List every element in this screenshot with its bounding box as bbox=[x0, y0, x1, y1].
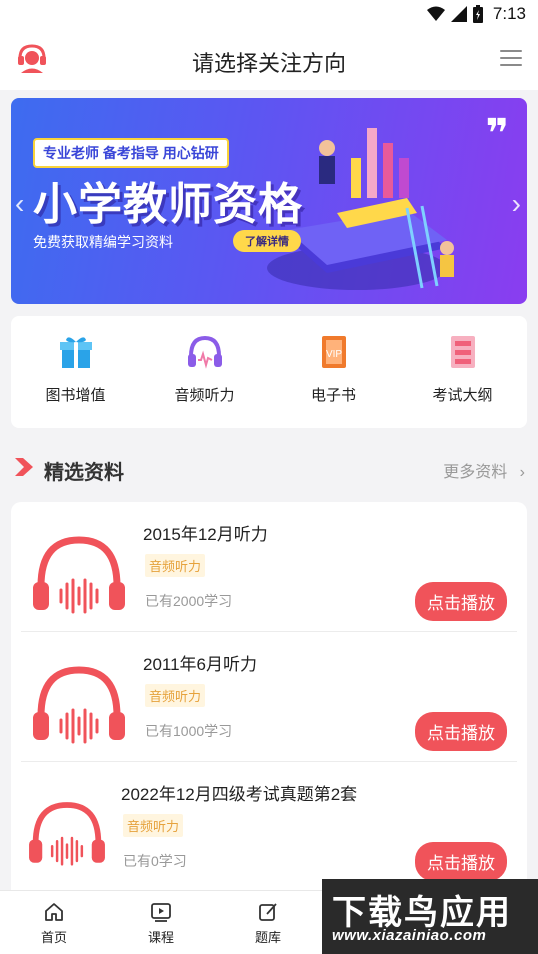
more-link-label: 更多资料 bbox=[443, 464, 508, 481]
battery-icon bbox=[472, 5, 483, 23]
list-item-tag: 音频听力 bbox=[123, 814, 184, 837]
quick-item-syllabus[interactable]: 考试大纲 bbox=[398, 316, 527, 428]
home-icon bbox=[45, 903, 63, 921]
app-header: 请选择关注方向 bbox=[0, 28, 538, 90]
outline-icon bbox=[450, 336, 475, 368]
status-time: 7:13 bbox=[492, 4, 526, 23]
headphones-icon bbox=[33, 536, 125, 614]
quick-item-book-value[interactable]: 图书增值 bbox=[11, 316, 140, 428]
list-item-count: 已有1000学习 bbox=[145, 723, 233, 739]
quick-item-audio[interactable]: 音频听力 bbox=[140, 316, 269, 428]
promo-banner[interactable]: 专业老师 备考指导 用心钻研 小学教师资格 免费获取精编学习资料 了解详情 ❞ … bbox=[11, 98, 527, 304]
quick-item-label: 图书增值 bbox=[45, 387, 106, 404]
banner-subtitle: 免费获取精编学习资料 bbox=[33, 234, 173, 250]
gift-icon bbox=[59, 337, 92, 368]
list-item-count: 已有0学习 bbox=[123, 853, 187, 869]
status-bar: 7:13 bbox=[0, 0, 538, 28]
ebook-icon: VIP bbox=[321, 336, 346, 368]
status-icons: 7:13 bbox=[426, 4, 526, 24]
watermark-url: www.xiazainiao.com bbox=[332, 927, 487, 944]
banner-title: 小学教师资格 bbox=[33, 180, 303, 229]
quick-menu: 图书增值 音频听力 VIP 电子书 考试大纲 bbox=[11, 316, 527, 428]
svg-text:VIP: VIP bbox=[325, 349, 341, 360]
headphones-icon bbox=[187, 335, 222, 369]
list-item-title: 2011年6月听力 bbox=[143, 655, 258, 674]
quick-item-label: 音频听力 bbox=[174, 387, 235, 404]
quote-icon: ❞ bbox=[485, 112, 509, 156]
list-item-title: 2015年12月听力 bbox=[143, 525, 268, 544]
chevron-right-icon: › bbox=[519, 464, 525, 481]
menu-icon[interactable] bbox=[500, 50, 522, 66]
play-button[interactable]: 点击播放 bbox=[415, 582, 507, 621]
list-item[interactable]: 2022年12月四级考试真题第2套 音频听力 已有0学习 点击播放 bbox=[11, 762, 527, 892]
video-icon bbox=[151, 903, 171, 922]
headphones-icon bbox=[33, 666, 125, 744]
nav-item-courses[interactable]: 课程 bbox=[131, 901, 191, 946]
chevron-left-icon[interactable]: ‹ bbox=[15, 188, 24, 220]
nav-label: 题库 bbox=[254, 930, 281, 945]
banner-tagline: 专业老师 备考指导 用心钻研 bbox=[33, 138, 229, 168]
list-item[interactable]: 2011年6月听力 音频听力 已有1000学习 点击播放 bbox=[11, 632, 527, 762]
banner-learn-more-button[interactable]: 了解详情 bbox=[233, 230, 301, 252]
section-header: 精选资料 更多资料 › bbox=[11, 450, 527, 486]
chevron-right-icon[interactable]: › bbox=[512, 188, 521, 220]
headphones-icon bbox=[29, 802, 105, 866]
page-title: 请选择关注方向 bbox=[191, 51, 346, 76]
signal-icon bbox=[450, 6, 467, 22]
section-title: 精选资料 bbox=[44, 462, 124, 484]
list-item[interactable]: 2015年12月听力 音频听力 已有2000学习 点击播放 bbox=[11, 502, 527, 632]
quick-item-label: 考试大纲 bbox=[432, 387, 493, 404]
nav-label: 课程 bbox=[147, 930, 174, 945]
wifi-icon bbox=[426, 6, 445, 21]
list-item-tag: 音频听力 bbox=[145, 684, 206, 707]
list-item-tag: 音频听力 bbox=[145, 554, 206, 577]
play-button[interactable]: 点击播放 bbox=[415, 712, 507, 751]
section-chevron-icon bbox=[15, 458, 33, 476]
list-item-title: 2022年12月四级考试真题第2套 bbox=[121, 785, 358, 804]
watermark: 下载鸟应用 www.xiazainiao.com bbox=[322, 879, 538, 954]
play-button[interactable]: 点击播放 bbox=[415, 842, 507, 881]
nav-label: 首页 bbox=[40, 930, 67, 945]
quick-item-ebook[interactable]: VIP 电子书 bbox=[269, 316, 398, 428]
more-link[interactable]: 更多资料 › bbox=[443, 458, 525, 482]
quick-item-label: 电子书 bbox=[310, 387, 356, 404]
edit-icon bbox=[259, 903, 277, 921]
material-list: 2015年12月听力 音频听力 已有2000学习 点击播放 2011年6月听力 … bbox=[11, 502, 527, 902]
list-item-count: 已有2000学习 bbox=[145, 593, 233, 609]
nav-item-question-bank[interactable]: 题库 bbox=[238, 901, 298, 946]
nav-item-home[interactable]: 首页 bbox=[24, 901, 84, 946]
